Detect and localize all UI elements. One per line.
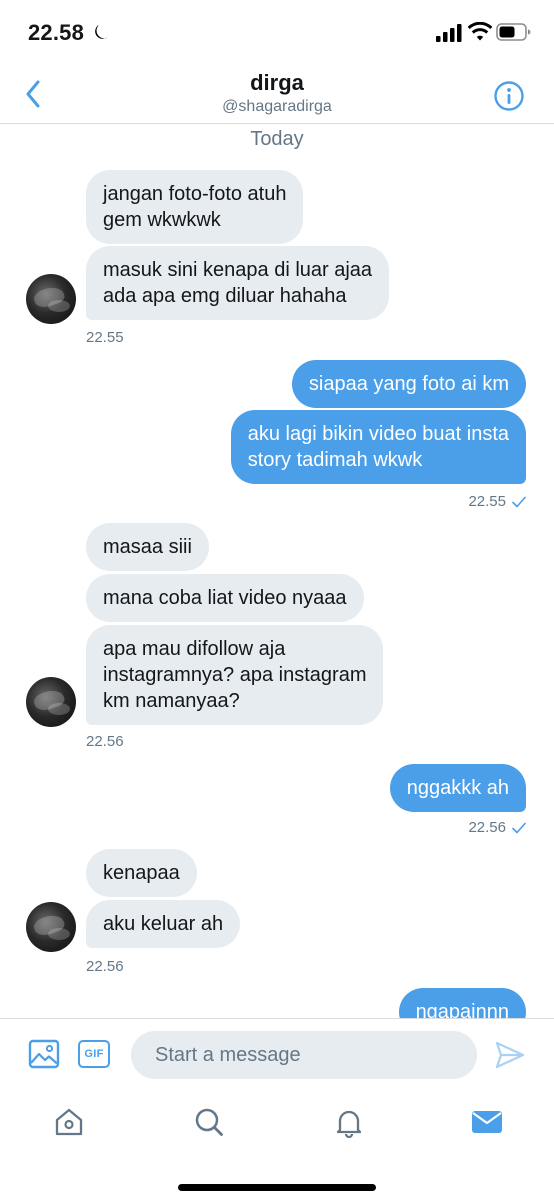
gif-button[interactable]: GIF [78,1040,110,1068]
sent-check-icon [512,496,526,507]
avatar[interactable] [26,274,76,324]
message-line: mana coba liat video nyaaa [103,587,347,609]
info-icon[interactable] [493,80,525,112]
message-line: apa mau difollow aja [103,638,286,660]
tab-search[interactable] [191,1104,227,1140]
moon-icon [95,24,110,39]
message-bubble-outgoing[interactable]: aku lagi bikin video buat insta story ta… [230,410,526,484]
message-line: masaa siii [103,536,192,558]
message-line: masuk sini kenapa di luar ajaa [103,259,373,281]
messages-envelope-icon [472,1111,502,1133]
message-bubble-outgoing[interactable]: siapaa yang foto ai km [291,360,526,408]
message-line: siapaa yang foto ai km [308,373,509,395]
message-bubble-incoming[interactable]: kenapaa [86,849,197,897]
message-bubble-incoming[interactable]: masuk sini kenapa di luar ajaa ada apa e… [86,246,390,320]
home-icon [55,1108,83,1136]
message-bubble-outgoing[interactable]: nggakkk ah [389,764,526,812]
send-icon[interactable] [494,1039,526,1071]
day-divider: Today [250,128,304,150]
message-timestamp: 22.55 [86,329,124,346]
message-bubble-incoming[interactable]: masaa siii [86,523,209,571]
tab-messages[interactable] [469,1104,505,1140]
message-timestamp: 22.56 [86,958,124,975]
home-indicator [178,1184,376,1191]
message-thread[interactable]: Today jangan foto-foto atuh gem wkwkwk m… [0,124,554,1018]
message-timestamp: 22.55 [468,493,506,510]
message-line: nggakkk ah [406,777,509,799]
message-timestamp-outgoing: 22.56 [468,819,526,836]
message-line: story tadimah wkwk [247,449,423,471]
status-time: 22.58 [28,20,85,45]
cellular-signal-icon [436,24,462,42]
tab-home[interactable] [51,1104,87,1140]
search-icon [195,1108,223,1136]
wifi-icon [468,22,492,41]
conversation-title[interactable]: dirga [0,70,554,96]
message-line: aku lagi bikin video buat insta [247,423,509,445]
avatar[interactable] [26,677,76,727]
message-timestamp: 22.56 [86,733,124,750]
battery-icon [496,23,531,41]
conversation-header: dirga @shagaradirga [0,64,554,124]
tab-notifications[interactable] [331,1104,367,1140]
message-line: jangan foto-foto atuh [103,183,287,205]
message-line: instagramnya? apa instagram [103,664,367,686]
conversation-handle: @shagaradirga [222,98,332,115]
avatar[interactable] [26,902,76,952]
bottom-tab-bar [0,1090,554,1200]
message-line: aku keluar ah [103,913,224,935]
message-timestamp: 22.56 [468,819,506,836]
message-bubble-incoming[interactable]: mana coba liat video nyaaa [86,574,364,622]
message-timestamp-outgoing: 22.55 [468,493,526,510]
message-line: ngapainnn [415,1001,509,1018]
notifications-bell-icon [336,1110,362,1138]
message-bubble-incoming[interactable]: jangan foto-foto atuh gem wkwkwk [86,170,304,244]
message-input[interactable] [131,1031,477,1079]
sent-check-icon [512,822,526,833]
message-bubble-incoming[interactable]: apa mau difollow aja instagramnya? apa i… [86,625,384,725]
message-line: km namanyaa? [103,690,240,712]
message-bubble-incoming[interactable]: aku keluar ah [86,900,241,948]
message-line: ada apa emg diluar hahaha [103,285,347,307]
image-icon[interactable] [28,1039,60,1069]
status-bar: 22.58 [0,0,554,64]
message-line: gem wkwkwk [103,209,221,231]
message-line: kenapaa [103,862,180,884]
message-bubble-outgoing[interactable]: ngapainnn [398,988,526,1018]
message-composer: GIF [0,1018,554,1090]
